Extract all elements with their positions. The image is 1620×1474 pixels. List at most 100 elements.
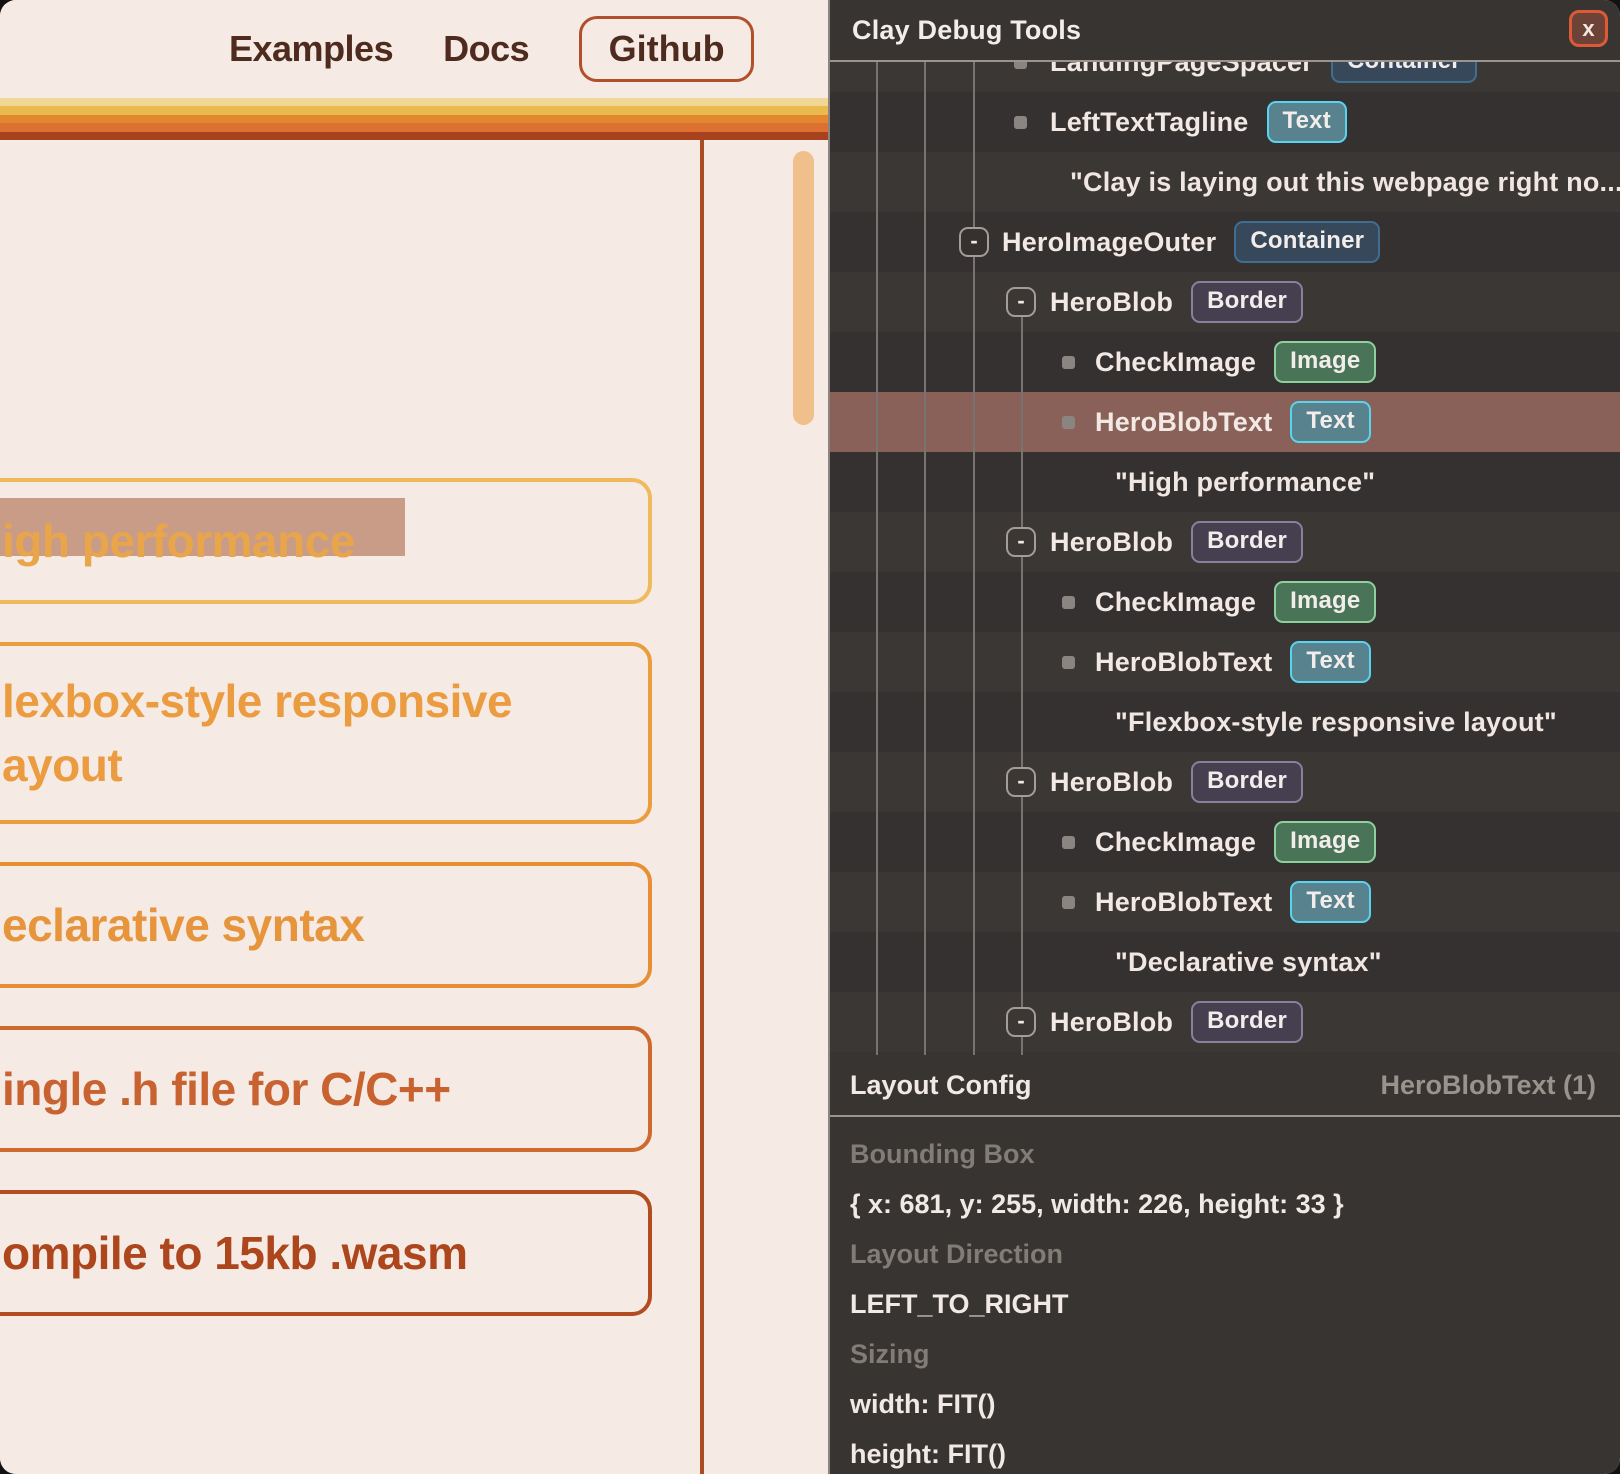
element-type-badge: Text [1290,401,1370,442]
indent-guide [924,62,926,1055]
element-text-preview: "Declarative syntax" [1115,947,1382,978]
indent-guide [973,257,975,1055]
tree-row[interactable]: LandingPageSpacer Container [830,62,1620,92]
leaf-bullet-icon [1062,416,1075,429]
tree-row-text-content: "Flexbox-style responsive layout" [830,692,1620,752]
element-name: HeroBlob [1050,287,1173,318]
config-field-label: Bounding Box [850,1129,1620,1179]
stripe [0,98,828,106]
hero-blob-box: igh performance [0,478,652,604]
tree-row[interactable]: -HeroBlob Border [830,272,1620,332]
top-nav: Examples Docs Github [229,0,754,98]
indent-guide [1021,317,1023,527]
element-type-badge: Text [1290,641,1370,682]
tree-row[interactable]: HeroBlobText Text [830,632,1620,692]
debug-panel-title: Clay Debug Tools [830,15,1081,46]
tree-row[interactable]: -HeroImageOuter Container [830,212,1620,272]
leaf-bullet-icon [1062,896,1075,909]
element-type-badge: Container [1331,62,1477,83]
nav-link-docs[interactable]: Docs [443,28,529,70]
webpage-pane: Examples Docs Github igh performance lexb… [0,0,828,1474]
leaf-bullet-icon [1014,62,1027,69]
clay-debug-panel: Clay Debug Tools x LandingPageSpacer Cont… [828,0,1620,1474]
element-name: CheckImage [1095,347,1256,378]
config-field-label: Sizing [850,1329,1620,1379]
config-field-value: { x: 681, y: 255, width: 226, height: 33… [850,1179,1620,1229]
config-field-label: Layout Direction [850,1229,1620,1279]
indent-guide [876,62,878,1055]
tree-row[interactable]: HeroBlobText Text [830,392,1620,452]
element-tree: LandingPageSpacer Container LeftTextTaglin… [830,62,1620,1055]
tree-row[interactable]: CheckImageImage [830,812,1620,872]
element-text-preview: "Clay is laying out this webpage right n… [1070,167,1620,198]
element-type-badge: Border [1191,1001,1303,1042]
element-name: HeroImageOuter [1002,227,1216,258]
element-type-badge: Text [1267,101,1347,142]
hero-blob-text: ingle .h file for C/C++ [2,1030,451,1148]
stripe [0,106,828,114]
leaf-bullet-icon [1062,836,1075,849]
element-name: HeroBlobText [1095,647,1272,678]
tree-row-text-content: "Clay is laying out this webpage right n… [830,152,1620,212]
tree-row[interactable]: LeftTextTagline Text [830,92,1620,152]
tree-row[interactable]: -HeroBlob Border [830,992,1620,1052]
element-type-badge: Border [1191,281,1303,322]
stripe [0,123,828,131]
debug-panel-header: Clay Debug Tools x [830,0,1620,62]
app-window: Examples Docs Github igh performance lexb… [0,0,1620,1474]
config-field-value: height: FIT() [850,1429,1620,1474]
nav-link-examples[interactable]: Examples [229,28,393,70]
config-field-value: width: FIT() [850,1379,1620,1429]
layout-config-list: Bounding Box{ x: 681, y: 255, width: 226… [830,1117,1620,1474]
tree-row[interactable]: -HeroBlobBorder [830,512,1620,572]
leaf-bullet-icon [1062,656,1075,669]
collapse-button[interactable]: - [959,227,989,257]
stripe [0,132,828,140]
indent-guide [973,62,975,227]
hero-blob-text: eclarative syntax [2,866,364,984]
hero-blob-box: eclarative syntax [0,862,652,988]
rainbow-stripe-bar [0,98,828,140]
github-button[interactable]: Github [579,16,754,82]
element-type-badge: Text [1290,881,1370,922]
tree-row-text-content: "Declarative syntax" [830,932,1620,992]
element-name: HeroBlobText [1095,407,1272,438]
stripe [0,115,828,123]
element-type-badge: Image [1274,821,1376,862]
element-type-badge: Container [1234,221,1380,262]
element-type-badge: Image [1274,581,1376,622]
layout-config-header: Layout Config HeroBlobText (1) [830,1055,1620,1117]
leaf-bullet-icon [1014,116,1027,129]
hero-blob-text: ompile to 15kb .wasm [2,1194,467,1312]
hero-blob-box: lexbox-style responsive ayout [0,642,652,824]
collapse-button[interactable]: - [1006,1007,1036,1037]
collapse-button[interactable]: - [1006,767,1036,797]
tree-row[interactable]: CheckImageImage [830,572,1620,632]
tree-row[interactable]: -HeroBlobBorder [830,752,1620,812]
hero-blob-box: ompile to 15kb .wasm [0,1190,652,1316]
element-name: HeroBlob [1050,767,1173,798]
config-field-value: LEFT_TO_RIGHT [850,1279,1620,1329]
tree-row[interactable]: CheckImage Image [830,332,1620,392]
selected-element-label: HeroBlobText (1) [1380,1070,1596,1101]
element-type-badge: Image [1274,341,1376,382]
element-name: HeroBlobText [1095,887,1272,918]
element-type-badge: Border [1191,521,1303,562]
close-button[interactable]: x [1569,10,1608,47]
element-name: HeroBlob [1050,1007,1173,1038]
page-scrollbar-thumb[interactable] [793,151,814,425]
tree-row[interactable]: HeroBlobText Text [830,872,1620,932]
indent-guide [1021,1037,1023,1055]
tree-row-text-content: "High performance" [830,452,1620,512]
hero-blob-text: lexbox-style responsive ayout [2,646,512,820]
element-text-preview: "Flexbox-style responsive layout" [1115,707,1557,738]
element-name: LeftTextTagline [1050,107,1249,138]
collapse-button[interactable]: - [1006,287,1036,317]
collapse-button[interactable]: - [1006,527,1036,557]
element-name: LandingPageSpacer [1050,62,1313,78]
layout-config-title: Layout Config [850,1070,1031,1101]
indent-guide [1021,557,1023,767]
leaf-bullet-icon [1062,596,1075,609]
hero-blob-text: igh performance [2,482,355,600]
element-text-preview: "High performance" [1115,467,1375,498]
